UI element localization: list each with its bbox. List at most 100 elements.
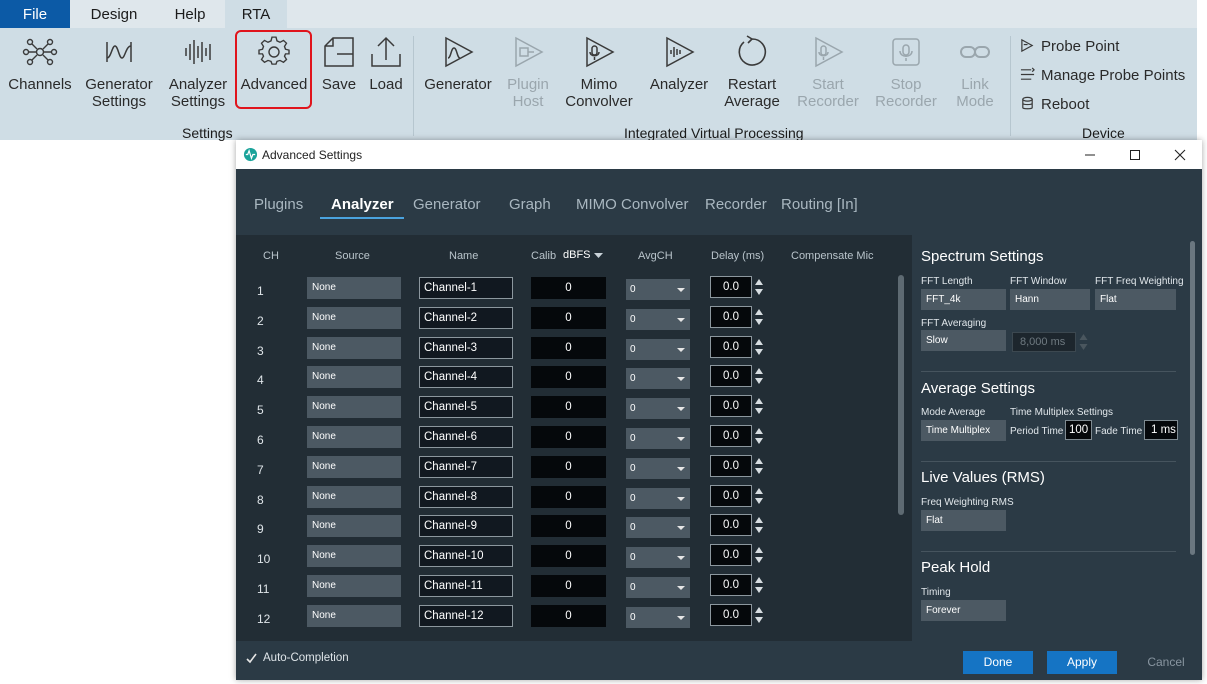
source-select[interactable]: None: [307, 575, 401, 597]
channel-name-input[interactable]: Channel-11: [419, 575, 513, 597]
spinner-icon[interactable]: [754, 544, 764, 566]
close-button[interactable]: [1166, 144, 1194, 166]
avgch-select[interactable]: 0: [626, 338, 690, 360]
fft-freq-weighting-select[interactable]: Flat: [1095, 289, 1176, 310]
analyzer-settings-button[interactable]: Analyzer Settings: [164, 34, 232, 110]
fft-window-select[interactable]: Hann: [1010, 289, 1090, 310]
source-select[interactable]: None: [307, 396, 401, 419]
tab-plugins[interactable]: Plugins: [254, 196, 303, 213]
tab-recorder[interactable]: Recorder: [705, 196, 767, 213]
source-select[interactable]: None: [307, 277, 401, 299]
delay-input[interactable]: 0.0: [710, 276, 752, 298]
delay-input[interactable]: 0.0: [710, 544, 752, 567]
source-select[interactable]: None: [307, 336, 401, 359]
avgch-select[interactable]: 0: [626, 547, 690, 569]
calib-unit-dropdown[interactable]: dBFS: [563, 249, 591, 261]
menu-tab-rta[interactable]: RTA: [225, 0, 287, 28]
mimo-convolver-button[interactable]: Mimo Convolver: [562, 34, 636, 110]
source-select[interactable]: None: [307, 604, 401, 627]
calibration-input[interactable]: 0: [531, 545, 606, 568]
tab-routing-in[interactable]: Routing [In]: [781, 196, 858, 213]
menu-tab-help[interactable]: Help: [158, 0, 222, 28]
channel-name-input[interactable]: Channel-4: [419, 366, 513, 389]
fft-length-select[interactable]: FFT_4k: [921, 289, 1006, 310]
source-select[interactable]: None: [307, 455, 401, 478]
delay-input[interactable]: 0.0: [710, 603, 752, 626]
source-select[interactable]: None: [307, 366, 401, 389]
avgch-select[interactable]: 0: [626, 487, 690, 509]
minimize-button[interactable]: [1076, 144, 1104, 166]
maximize-button[interactable]: [1121, 144, 1149, 166]
avgch-select[interactable]: 0: [626, 279, 690, 300]
calibration-input[interactable]: 0: [531, 604, 606, 627]
calibration-input[interactable]: 0: [531, 277, 606, 299]
calibration-input[interactable]: 0: [531, 306, 606, 329]
channel-name-input[interactable]: Channel-5: [419, 396, 513, 419]
avgch-select[interactable]: 0: [626, 606, 690, 628]
start-recorder-button[interactable]: Start Recorder: [794, 34, 862, 110]
channel-name-input[interactable]: Channel-9: [419, 515, 513, 538]
probe-point-button[interactable]: Probe Point: [1020, 37, 1119, 57]
load-button[interactable]: Load: [366, 34, 406, 93]
fft-averaging-time-input[interactable]: 8,000 ms: [1012, 332, 1076, 352]
delay-input[interactable]: 0.0: [710, 305, 752, 328]
timing-select[interactable]: Forever: [921, 600, 1006, 621]
calibration-input[interactable]: 0: [531, 575, 606, 597]
chevron-down-icon[interactable]: [594, 253, 603, 259]
delay-input[interactable]: 0.0: [710, 395, 752, 418]
channel-name-input[interactable]: Channel-1: [419, 277, 513, 299]
source-select[interactable]: None: [307, 306, 401, 329]
tab-graph[interactable]: Graph: [509, 196, 551, 213]
channel-name-input[interactable]: Channel-6: [419, 426, 513, 448]
calibration-input[interactable]: 0: [531, 396, 606, 419]
generator-button[interactable]: Generator: [420, 34, 496, 93]
avgch-select[interactable]: 0: [626, 308, 690, 330]
avgch-select[interactable]: 0: [626, 428, 690, 449]
freq-weighting-rms-select[interactable]: Flat: [921, 510, 1006, 531]
channels-button[interactable]: Channels: [6, 34, 74, 93]
avgch-select[interactable]: 0: [626, 368, 690, 390]
settings-scrollbar[interactable]: [1190, 241, 1195, 555]
avgch-select[interactable]: 0: [626, 457, 690, 479]
calibration-input[interactable]: 0: [531, 455, 606, 478]
reboot-button[interactable]: Reboot: [1020, 95, 1089, 115]
channel-name-input[interactable]: Channel-3: [419, 336, 513, 359]
auto-completion-checkbox[interactable]: [246, 653, 257, 664]
source-select[interactable]: None: [307, 515, 401, 538]
delay-input[interactable]: 0.0: [710, 514, 752, 537]
link-mode-button[interactable]: Link Mode: [946, 34, 1004, 110]
spinner-icon[interactable]: [1079, 332, 1088, 352]
delay-input[interactable]: 0.0: [710, 574, 752, 596]
avgch-select[interactable]: 0: [626, 398, 690, 420]
avgch-select[interactable]: 0: [626, 577, 690, 598]
delay-input[interactable]: 0.0: [710, 335, 752, 358]
calibration-input[interactable]: 0: [531, 515, 606, 538]
calibration-input[interactable]: 0: [531, 336, 606, 359]
channel-name-input[interactable]: Channel-10: [419, 545, 513, 568]
source-select[interactable]: None: [307, 485, 401, 508]
spinner-icon[interactable]: [754, 276, 764, 298]
spinner-icon[interactable]: [754, 455, 764, 477]
analyzer-button[interactable]: Analyzer: [646, 34, 712, 93]
menu-tab-file[interactable]: File: [0, 0, 70, 28]
generator-settings-button[interactable]: Generator Settings: [82, 34, 156, 110]
stop-recorder-button[interactable]: Stop Recorder: [872, 34, 940, 110]
apply-button[interactable]: Apply: [1047, 651, 1117, 674]
delay-input[interactable]: 0.0: [710, 454, 752, 477]
calibration-input[interactable]: 0: [531, 366, 606, 389]
tab-generator[interactable]: Generator: [413, 196, 481, 213]
dialog-title-bar[interactable]: Advanced Settings: [236, 140, 1202, 169]
menu-tab-design[interactable]: Design: [77, 0, 151, 28]
fft-averaging-select[interactable]: Slow: [921, 330, 1006, 351]
delay-input[interactable]: 0.0: [710, 365, 752, 388]
cancel-button[interactable]: Cancel: [1131, 651, 1201, 674]
tab-mimo-convolver[interactable]: MIMO Convolver: [576, 196, 689, 213]
channel-name-input[interactable]: Channel-7: [419, 455, 513, 478]
channel-name-input[interactable]: Channel-8: [419, 485, 513, 508]
spinner-icon[interactable]: [754, 604, 764, 626]
channel-name-input[interactable]: Channel-12: [419, 604, 513, 627]
spinner-icon[interactable]: [754, 395, 764, 417]
calibration-input[interactable]: 0: [531, 485, 606, 508]
plugin-host-button[interactable]: Plugin Host: [500, 34, 556, 110]
delay-input[interactable]: 0.0: [710, 484, 752, 507]
